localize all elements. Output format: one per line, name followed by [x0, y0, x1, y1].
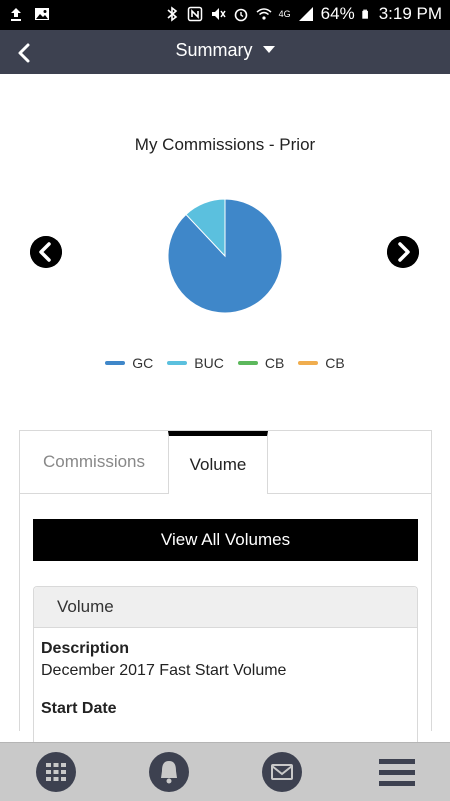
alarm-icon: [234, 8, 247, 22]
grid-icon[interactable]: [36, 752, 76, 792]
wifi-icon: [256, 8, 272, 20]
view-all-volumes-button[interactable]: View All Volumes: [33, 519, 418, 561]
next-arrow-icon[interactable]: [387, 236, 419, 268]
battery-percent: 64%: [320, 4, 355, 23]
legend-item-cb-2: CB: [237, 355, 285, 371]
legend-swatch: [167, 361, 188, 365]
bell-icon[interactable]: [149, 752, 189, 792]
legend-label: BUC: [194, 355, 224, 371]
signal-icon: [298, 7, 313, 21]
description-value: December 2017 Fast Start Volume: [41, 662, 287, 679]
page-title: Summary: [175, 40, 253, 60]
battery-icon: [362, 9, 368, 19]
volume-panel: Volume Description December 2017 Fast St…: [33, 586, 418, 747]
app-header: Summary: [0, 30, 450, 74]
active-tab-connector: [169, 492, 265, 494]
legend-swatch: [298, 361, 319, 365]
bottom-nav: [0, 742, 450, 801]
legend-item-buc-1: BUC: [167, 355, 224, 371]
caret-down-icon: [262, 45, 275, 53]
image-icon: [35, 8, 49, 20]
volume-panel-title: Volume: [34, 587, 417, 628]
prev-arrow-icon[interactable]: [30, 236, 62, 268]
description-label: Description: [41, 640, 130, 657]
mute-icon: [211, 8, 226, 20]
page-title-dropdown[interactable]: Summary: [0, 40, 450, 61]
status-bar-left: [8, 6, 50, 22]
commission-pie-chart: [167, 198, 283, 314]
chart-legend: GC BUC CB CB: [0, 355, 450, 371]
legend-label: CB: [264, 355, 285, 371]
tab-bar: Commissions Volume: [20, 431, 431, 494]
legend-swatch: [105, 361, 126, 365]
status-bar-right: 4G 64% 3:19 PM: [164, 4, 442, 24]
upload-icon: [11, 8, 21, 21]
legend-label: CB: [325, 355, 345, 371]
mail-icon[interactable]: [262, 752, 302, 792]
status-bar: 4G 64% 3:19 PM: [0, 0, 450, 30]
legend-label: GC: [132, 355, 154, 371]
bluetooth-icon: [167, 6, 177, 22]
menu-icon[interactable]: [377, 752, 417, 792]
chart-title: My Commissions - Prior: [134, 135, 316, 154]
tab-commissions[interactable]: Commissions: [20, 431, 168, 493]
legend-swatch: [237, 361, 258, 365]
legend-item-gc-0: GC: [105, 355, 153, 371]
legend-item-cb-3: CB: [298, 355, 345, 371]
network-type: 4G: [278, 9, 291, 19]
clock-time: 3:19 PM: [378, 4, 442, 23]
tab-volume[interactable]: Volume: [168, 431, 268, 494]
details-card: Commissions Volume View All Volumes Volu…: [19, 430, 432, 747]
start-date-label: Start Date: [41, 700, 117, 717]
nfc-icon: [187, 6, 202, 22]
